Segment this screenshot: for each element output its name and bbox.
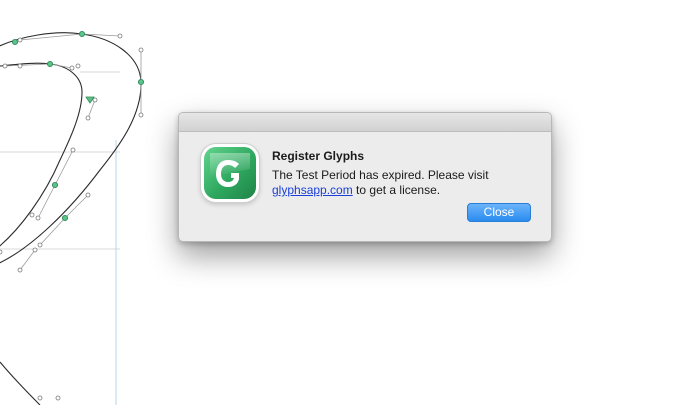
handle-point[interactable] — [32, 247, 38, 253]
handle-point[interactable] — [37, 395, 43, 401]
bezier-handle — [87, 99, 96, 119]
handle-point[interactable] — [92, 97, 98, 103]
message-text-end: to get a license. — [352, 183, 441, 197]
handle-point[interactable] — [138, 47, 144, 53]
glyphs-app-icon — [204, 147, 256, 199]
handle-point[interactable] — [17, 267, 23, 273]
register-dialog: Register Glyphs The Test Period has expi… — [178, 112, 552, 242]
message-text: The Test Period has expired. Please visi… — [272, 168, 489, 182]
handle-point[interactable] — [85, 115, 91, 121]
handle-point[interactable] — [55, 395, 61, 401]
handle-point[interactable] — [85, 192, 91, 198]
close-button[interactable]: Close — [467, 203, 531, 222]
curve-node[interactable] — [51, 181, 59, 189]
glyph-lower-contour — [0, 361, 41, 405]
curve-node[interactable] — [78, 30, 86, 38]
dialog-message: The Test Period has expired. Please visi… — [272, 168, 534, 198]
handle-point[interactable] — [29, 212, 35, 218]
handle-point[interactable] — [37, 242, 43, 248]
bezier-handle — [37, 184, 56, 219]
handle-point[interactable] — [35, 215, 41, 221]
handle-point[interactable] — [69, 65, 75, 71]
curve-node[interactable] — [11, 38, 19, 46]
handle-point[interactable] — [70, 147, 76, 153]
curve-node[interactable] — [61, 214, 69, 222]
handle-point[interactable] — [17, 37, 23, 43]
handle-point[interactable] — [117, 33, 123, 39]
glyphsapp-link[interactable]: glyphsapp.com — [272, 183, 353, 197]
handle-point[interactable] — [2, 63, 8, 69]
bezier-handle — [49, 63, 73, 69]
handle-point[interactable] — [0, 249, 3, 255]
dialog-titlebar[interactable] — [179, 113, 551, 132]
bezier-handle — [54, 149, 74, 186]
bezier-handle — [19, 249, 36, 271]
dialog-title: Register Glyphs — [272, 149, 365, 163]
curve-node[interactable] — [137, 78, 145, 86]
handle-point[interactable] — [17, 63, 23, 69]
handle-point[interactable] — [138, 112, 144, 118]
curve-node[interactable] — [46, 60, 54, 68]
handle-point[interactable] — [75, 63, 81, 69]
